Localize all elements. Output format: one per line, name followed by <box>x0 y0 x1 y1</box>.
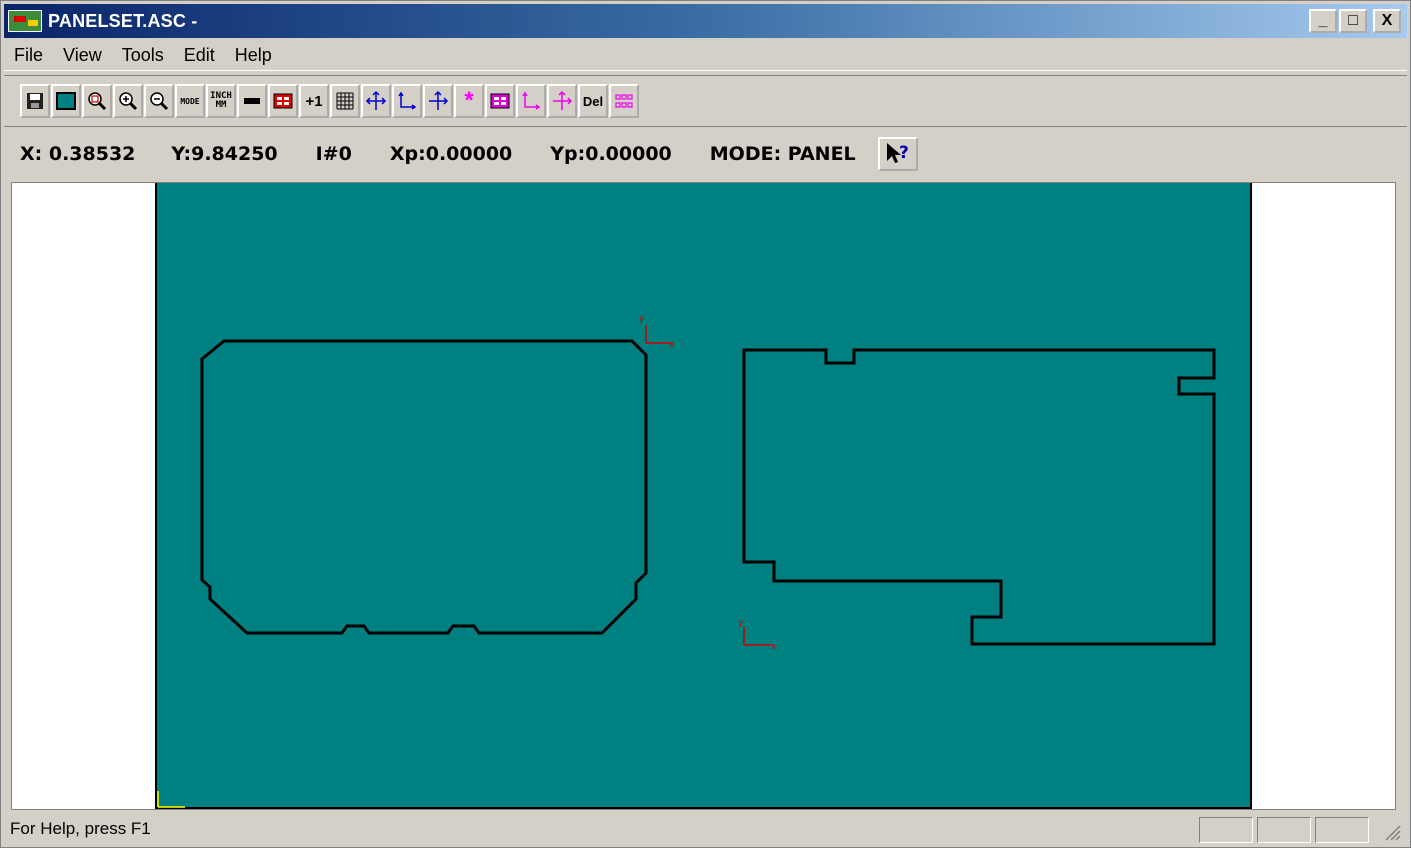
origin-axes-button[interactable] <box>392 84 422 118</box>
coordinate-bar: X: 0.38532 Y:9.84250 I#0 Xp:0.00000 Yp:0… <box>4 129 1407 179</box>
move-button[interactable] <box>361 84 391 118</box>
maximize-button[interactable]: □ <box>1339 9 1367 33</box>
bar-icon <box>244 98 260 104</box>
panel-area[interactable]: y x y x <box>155 183 1252 809</box>
crosshair-button[interactable] <box>423 84 453 118</box>
inch-mm-icon: INCH MM <box>210 92 232 110</box>
svg-text:y: y <box>738 618 744 628</box>
status-pane-3 <box>1315 817 1369 843</box>
panel-layout-button[interactable] <box>268 84 298 118</box>
app-icon <box>8 8 42 34</box>
xp-coordinate: Xp:0.00000 <box>389 143 513 165</box>
zoom-window-button[interactable] <box>82 84 112 118</box>
y-coordinate: Y:9.84250 <box>171 143 278 165</box>
delete-button[interactable]: Del <box>578 84 608 118</box>
delete-icon: Del <box>582 93 604 109</box>
origin-axes-icon <box>398 91 417 110</box>
status-pane-1 <box>1199 817 1253 843</box>
plus-one-icon: +1 <box>305 92 323 110</box>
save-icon <box>27 93 43 109</box>
zoom-window-icon <box>88 92 107 111</box>
grid-button[interactable] <box>330 84 360 118</box>
panel-origin-marker <box>157 791 185 808</box>
origin-axes-magenta-button[interactable] <box>516 84 546 118</box>
plus-one-button[interactable]: +1 <box>299 84 329 118</box>
menu-edit[interactable]: Edit <box>174 45 225 66</box>
panel-color-button[interactable] <box>51 84 81 118</box>
origin-axes-magenta-icon <box>522 91 541 110</box>
crosshair-magenta-icon <box>553 90 573 110</box>
inch-mm-button[interactable]: INCH MM <box>206 84 236 118</box>
array-icon <box>490 93 510 109</box>
svg-text:y: y <box>639 314 645 324</box>
step-repeat-icon <box>615 94 633 108</box>
menu-help[interactable]: Help <box>225 45 282 66</box>
context-help-icon: ? <box>886 143 909 163</box>
crosshair-icon <box>429 90 449 110</box>
menu-tools[interactable]: Tools <box>112 45 174 66</box>
panel-layout-icon <box>273 93 293 109</box>
index-readout: I#0 <box>315 143 352 165</box>
board-origin-marker-left: y x <box>639 314 675 350</box>
status-pane-2 <box>1257 817 1311 843</box>
mode-readout: MODE: PANEL <box>709 143 856 165</box>
board-outline-left[interactable] <box>200 339 648 635</box>
close-button[interactable]: X <box>1373 9 1401 33</box>
zoom-out-icon <box>150 92 169 111</box>
step-repeat-button[interactable] <box>609 84 639 118</box>
mode-button[interactable]: MODE <box>175 84 205 118</box>
bar-button[interactable] <box>237 84 267 118</box>
status-help-text: For Help, press F1 <box>10 819 151 838</box>
window-title: PANELSET.ASC - <box>48 10 198 31</box>
crosshair-magenta-button[interactable] <box>547 84 577 118</box>
mm-label: MM <box>215 100 227 110</box>
drawing-canvas[interactable]: y x y x <box>11 182 1396 810</box>
zoom-in-icon <box>119 92 138 111</box>
menu-view[interactable]: View <box>53 45 112 66</box>
zoom-in-button[interactable] <box>113 84 143 118</box>
status-bar: For Help, press F1 <box>4 813 1407 845</box>
board-outlines: y x y x <box>157 314 1216 808</box>
app-window: PANELSET.ASC - _ □ X File View Tools Edi… <box>0 0 1411 848</box>
zoom-out-button[interactable] <box>144 84 174 118</box>
panel-color-icon <box>56 92 76 110</box>
svg-text:?: ? <box>899 143 909 163</box>
minimize-button[interactable]: _ <box>1309 9 1337 33</box>
board-outline-right[interactable] <box>742 348 1216 646</box>
svg-text:x: x <box>771 642 777 652</box>
star-button[interactable]: * <box>454 84 484 118</box>
star-icon: * <box>464 87 474 114</box>
toolbar: MODE INCH MM +1 * Del <box>4 75 1407 127</box>
menu-file[interactable]: File <box>4 45 53 66</box>
title-bar[interactable]: PANELSET.ASC - _ □ X <box>4 4 1407 38</box>
x-coordinate: X: 0.38532 <box>20 143 136 165</box>
resize-grip-icon[interactable] <box>1383 823 1401 841</box>
mode-icon: MODE <box>180 96 200 106</box>
grid-icon <box>336 92 354 110</box>
move-icon <box>365 90 387 110</box>
board-origin-marker-right: y x <box>738 618 777 652</box>
menu-bar: File View Tools Edit Help <box>4 41 1407 71</box>
context-help-button[interactable]: ? <box>877 137 918 171</box>
save-button[interactable] <box>20 84 50 118</box>
array-button[interactable] <box>485 84 515 118</box>
svg-text:x: x <box>669 340 675 350</box>
yp-coordinate: Yp:0.00000 <box>550 143 672 165</box>
